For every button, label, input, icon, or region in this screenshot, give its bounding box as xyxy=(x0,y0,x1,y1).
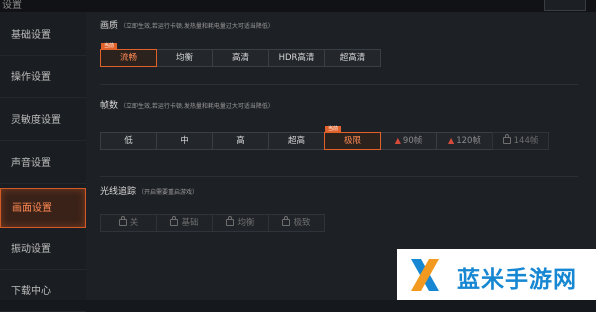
watermark: 蓝米手游网 xyxy=(397,249,596,300)
raytracing-title: 光线追踪 xyxy=(100,187,137,197)
option-label: 极限 xyxy=(343,136,361,146)
window-title: 设置 xyxy=(2,0,22,11)
lock-icon xyxy=(502,134,511,144)
option-label: 均衡 xyxy=(237,218,255,228)
sidebar-item-vibration[interactable]: 振动设置 xyxy=(0,230,86,270)
sidebar-item-downloads[interactable]: 下载中心 xyxy=(0,272,86,312)
framerate-title: 帧数 xyxy=(100,101,119,111)
quality-section-title: 画质 （立即生效,若运行卡顿,发热量和耗电量过大可适当降低） xyxy=(100,18,274,31)
option-label: 极致 xyxy=(293,218,311,228)
framerate-option-low[interactable]: 低 xyxy=(100,132,157,150)
option-label: HDR高清 xyxy=(278,53,315,63)
framerate-note: （立即生效,若运行卡顿,发热量和耗电量过大可适当降低） xyxy=(120,103,274,110)
quality-option-hdr-hd[interactable]: HDR高清 xyxy=(268,49,325,67)
watermark-text: 蓝米手游网 xyxy=(457,267,577,293)
quality-note: （立即生效,若运行卡顿,发热量和耗电量过大可适当降低） xyxy=(120,23,274,30)
top-bar: 设置 xyxy=(0,0,596,12)
option-label: 关 xyxy=(129,218,139,228)
sidebar-item-sound[interactable]: 声音设置 xyxy=(0,144,86,184)
divider xyxy=(100,176,578,177)
raytracing-note: （开启需要重启游戏） xyxy=(138,189,199,196)
raytracing-section-title: 光线追踪 （开启需要重启游戏） xyxy=(100,184,198,197)
option-label: 高 xyxy=(236,136,245,146)
raytracing-options: 关 基础 均衡 极致 xyxy=(100,214,325,232)
option-label: 均衡 xyxy=(175,53,193,63)
current-tag: 当前 xyxy=(325,126,342,133)
raytracing-option-off[interactable]: 关 xyxy=(100,214,157,232)
option-label: 超高清 xyxy=(339,53,366,63)
framerate-option-extreme[interactable]: 当前 极限 xyxy=(324,126,381,150)
sidebar: 基础设置 操作设置 灵敏度设置 声音设置 画面设置 振动设置 下载中心 xyxy=(0,12,86,312)
raytracing-option-ultimate[interactable]: 极致 xyxy=(268,214,325,232)
option-label: 基础 xyxy=(181,218,199,228)
window-controls[interactable] xyxy=(544,0,586,11)
option-label: 120帧 xyxy=(456,136,481,146)
framerate-option-ultra[interactable]: 超高 xyxy=(268,132,325,150)
framerate-section-title: 帧数 （立即生效,若运行卡顿,发热量和耗电量过大可适当降低） xyxy=(100,98,274,111)
framerate-option-90fps[interactable]: ▲ 90帧 xyxy=(380,132,437,150)
divider xyxy=(100,84,578,85)
option-label: 低 xyxy=(124,136,133,146)
lock-icon xyxy=(226,216,235,226)
framerate-option-144fps[interactable]: 144帧 xyxy=(492,132,549,150)
warning-icon: ▲ xyxy=(394,136,401,145)
watermark-logo-icon xyxy=(411,259,439,291)
raytracing-option-basic[interactable]: 基础 xyxy=(156,214,213,232)
sidebar-item-graphics[interactable]: 画面设置 xyxy=(0,188,86,228)
warning-icon: ▲ xyxy=(448,136,455,145)
quality-option-hd[interactable]: 高清 xyxy=(212,49,269,67)
framerate-option-120fps[interactable]: ▲ 120帧 xyxy=(436,132,493,150)
framerate-options: 低 中 高 超高 当前 极限 ▲ 90帧 ▲ 120帧 144帧 xyxy=(100,126,549,150)
option-label: 中 xyxy=(180,136,189,146)
quality-options: 当前 流畅 均衡 高清 HDR高清 超高清 xyxy=(100,43,381,67)
option-label: 超高 xyxy=(287,136,305,146)
sidebar-item-controls[interactable]: 操作设置 xyxy=(0,58,86,98)
option-label: 高清 xyxy=(231,53,249,63)
sidebar-item-basic[interactable]: 基础设置 xyxy=(0,16,86,56)
lock-icon xyxy=(118,216,127,226)
option-label: 流畅 xyxy=(119,53,137,63)
lock-icon xyxy=(282,216,291,226)
current-tag: 当前 xyxy=(101,43,118,50)
framerate-option-medium[interactable]: 中 xyxy=(156,132,213,150)
quality-option-ultra-hd[interactable]: 超高清 xyxy=(324,49,381,67)
quality-title: 画质 xyxy=(100,21,119,31)
quality-option-balanced[interactable]: 均衡 xyxy=(156,49,213,67)
lock-icon xyxy=(170,216,179,226)
raytracing-option-balanced[interactable]: 均衡 xyxy=(212,214,269,232)
option-label: 90帧 xyxy=(402,136,423,146)
sidebar-item-sensitivity[interactable]: 灵敏度设置 xyxy=(0,101,86,141)
option-label: 144帧 xyxy=(513,136,539,146)
quality-option-smooth[interactable]: 当前 流畅 xyxy=(100,43,157,67)
framerate-option-high[interactable]: 高 xyxy=(212,132,269,150)
